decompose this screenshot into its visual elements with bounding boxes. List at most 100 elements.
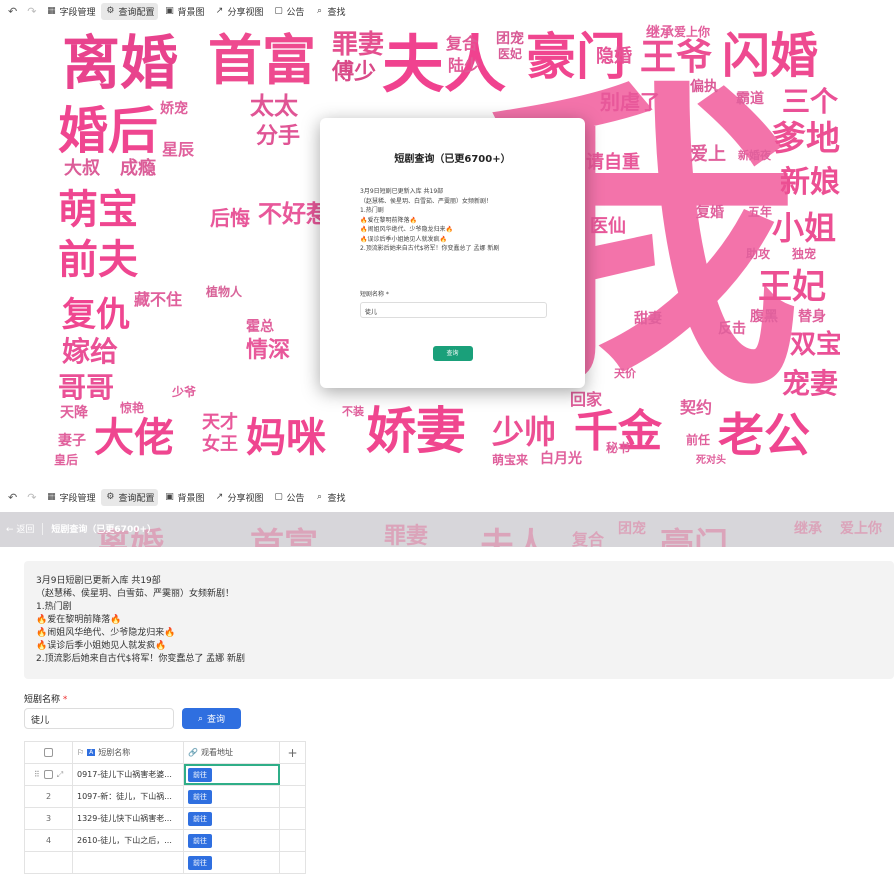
cloud-word: 隐婚: [596, 46, 632, 67]
go-button[interactable]: 前往: [188, 833, 212, 848]
cloud-word: 新娘: [780, 165, 840, 200]
table-row[interactable]: 4 2610-徒儿，下山之后，... 前往: [25, 830, 305, 852]
cloud-word: 太太: [250, 92, 298, 120]
add-column-button[interactable]: +: [280, 742, 305, 763]
row-name: 2610-徒儿，下山之后，...: [73, 830, 184, 851]
share-view-button[interactable]: ↗ 分享视图: [210, 489, 267, 506]
cloud-word: 三个: [782, 85, 839, 118]
row-index: 2: [25, 786, 73, 807]
table-row[interactable]: 2 1097-新：徒儿，下山祸... 前往: [25, 786, 305, 808]
row-link-cell[interactable]: 前往: [184, 830, 280, 851]
announcement-button[interactable]: ▢ 公告: [270, 489, 309, 506]
column-header-name[interactable]: ⚐ A 短剧名称: [73, 742, 184, 763]
select-all-checkbox[interactable]: [44, 748, 53, 757]
toolbar-bottom: ↶ ↷ ▦ 字段管理 ⚙ 查询配置 ▣ 背景图 ↗ 分享视图 ▢ 公告 ⌕ 查找: [0, 486, 894, 508]
share-icon: ↗: [215, 492, 224, 502]
cloud-word: 娇妻: [366, 402, 466, 460]
row-checkbox[interactable]: [43, 770, 53, 779]
cloud-word: 爹地: [772, 119, 840, 159]
name-field-label: 短剧名称 *: [24, 695, 68, 705]
row-spacer: [280, 786, 305, 807]
flag-icon: ⚐: [77, 748, 85, 757]
band-word: 团宠: [618, 521, 646, 537]
cloud-word: 王爷: [640, 37, 713, 78]
field-manage-button[interactable]: ▦ 字段管理: [42, 489, 99, 506]
nav-title: 短剧查询（已更6700+）: [51, 525, 157, 535]
cloud-word: 天才: [202, 412, 238, 433]
link-icon: 🔗: [188, 748, 198, 757]
cloud-word: 不装: [342, 405, 364, 418]
cloud-word: 天价: [614, 367, 636, 380]
cloud-word: 医仙: [590, 216, 626, 237]
cloud-word: 妻子: [58, 433, 86, 449]
go-button[interactable]: 前往: [188, 789, 212, 804]
cloud-word: 闪婚: [722, 28, 819, 84]
query-config-button[interactable]: ⚙ 查询配置: [101, 488, 159, 506]
cloud-word: 反击: [718, 321, 746, 337]
modal-query-button[interactable]: 查询: [432, 345, 473, 361]
row-link-cell[interactable]: 前往: [184, 786, 280, 807]
row-name: 1097-新：徒儿，下山祸...: [73, 786, 184, 807]
search-icon: ⌕: [197, 713, 204, 724]
cloud-word: 少帅: [492, 413, 557, 451]
cloud-word: 天降: [60, 405, 88, 421]
background-button[interactable]: ▣ 背景图: [160, 489, 208, 506]
search-button[interactable]: ⌕ 查找: [311, 3, 350, 20]
cloud-word: 医妃: [498, 47, 523, 61]
redo-icon[interactable]: ↷: [23, 491, 40, 504]
cloud-word: 霍总: [246, 319, 274, 335]
cloud-word: 大叔: [64, 158, 100, 179]
cloud-word: 女王: [202, 434, 238, 455]
query-button[interactable]: ⌕ 查询: [182, 708, 241, 729]
cloud-word: 哥哥: [58, 371, 115, 404]
cloud-word: 独宠: [792, 247, 817, 261]
background-button[interactable]: ▣ 背景图: [160, 3, 208, 20]
table-row[interactable]: 3 1329-徒儿快下山祸害老... 前往: [25, 808, 305, 830]
toolbar-top: ↶ ↷ ▦ 字段管理 ⚙ 查询配置 ▣ 背景图 ↗ 分享视图 ▢ 公告 ⌕ 查找: [0, 0, 894, 22]
undo-icon[interactable]: ↶: [4, 5, 21, 18]
row-link-cell[interactable]: 前往: [184, 764, 280, 785]
cloud-word: 别虐了: [600, 90, 660, 114]
band-word: 继承: [794, 521, 822, 537]
cloud-word: 皇后: [54, 453, 79, 467]
query-modal: 短剧查询（已更6700+） 3月9日短剧已更新入库 共19部 （赵慧稀、侯星玥、…: [320, 118, 585, 388]
undo-icon[interactable]: ↶: [4, 491, 21, 504]
column-header-link[interactable]: 🔗 观看地址: [184, 742, 280, 763]
cloud-word: 宠妻: [782, 367, 839, 400]
redo-icon[interactable]: ↷: [23, 5, 40, 18]
cloud-word: 王妃: [758, 267, 826, 307]
row-link-cell[interactable]: 前往: [184, 808, 280, 829]
cloud-word: 前夫: [58, 237, 138, 283]
cloud-word: 娇宠: [160, 101, 188, 117]
cloud-word: 婚后: [58, 102, 158, 160]
search-button[interactable]: ⌕ 查找: [311, 489, 350, 506]
drag-handle-icon[interactable]: ⠿: [34, 770, 40, 779]
field-manage-button[interactable]: ▦ 字段管理: [42, 3, 99, 20]
table-row[interactable]: ⠿ ⤢ 0917-徒儿下山祸害老婆... 前往: [25, 764, 305, 786]
cloud-word: 团宠: [496, 31, 524, 47]
cloud-word: 复合: [446, 34, 479, 53]
cloud-word: 前任: [686, 433, 711, 447]
share-view-button[interactable]: ↗ 分享视图: [210, 3, 267, 20]
expand-icon[interactable]: ⤢: [57, 770, 63, 780]
go-button[interactable]: 前往: [188, 811, 212, 826]
cloud-word: 腹黑: [750, 309, 778, 325]
row-name: 0917-徒儿下山祸害老婆...: [73, 764, 184, 785]
go-button[interactable]: 前往: [188, 767, 212, 782]
table-row[interactable]: 前往: [25, 852, 305, 874]
cloud-word: 成瘾: [120, 158, 156, 179]
modal-name-input[interactable]: 徒儿: [360, 301, 547, 318]
announcement-button[interactable]: ▢ 公告: [270, 3, 309, 20]
search-icon: ⌕: [316, 492, 323, 502]
results-table: ⚐ A 短剧名称 🔗 观看地址 + ⠿ ⤢ 0917-徒儿下山祸害老婆... 前往 2 …: [24, 741, 306, 874]
band-word: 复合: [572, 530, 605, 547]
cloud-word: 大佬: [94, 415, 174, 461]
query-config-button[interactable]: ⚙ 查询配置: [101, 2, 159, 20]
announcement-box: 3月9日短剧已更新入库 共19部 （赵慧稀、侯星玥、白雪茹、严霙丽）女频新剧！ …: [24, 561, 894, 679]
cloud-word: 惊艳: [120, 401, 145, 415]
select-all-cell: [25, 742, 73, 763]
name-input[interactable]: 徒儿: [24, 708, 174, 729]
cloud-word: 后悔: [210, 206, 250, 230]
back-button[interactable]: ← 返回: [6, 522, 34, 535]
cloud-word: 罪妻: [332, 30, 385, 60]
